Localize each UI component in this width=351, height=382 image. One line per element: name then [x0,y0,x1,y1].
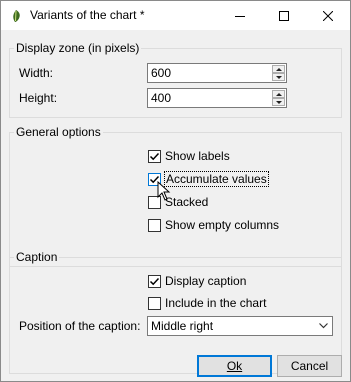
height-decrement-button[interactable] [272,98,285,106]
show-empty-columns-checkbox[interactable]: Show empty columns [148,217,279,233]
stacked-label[interactable]: Stacked [165,195,208,209]
show-labels-checkbox[interactable]: Show labels [148,148,230,164]
show-empty-columns-label[interactable]: Show empty columns [165,218,279,232]
arrow-down-icon [275,100,282,104]
width-value[interactable]: 600 [151,66,171,80]
close-icon [323,10,333,21]
checkbox-box[interactable] [148,296,161,310]
caption-position-select[interactable]: Middle right [147,316,333,336]
maximize-button[interactable] [262,1,306,30]
dropdown-arrow[interactable] [315,317,332,335]
cancel-button[interactable]: Cancel [277,355,342,377]
caption-position-value[interactable]: Middle right [151,319,213,333]
include-in-chart-checkbox[interactable]: Include in the chart [148,295,266,311]
mouse-pointer-icon [157,181,171,201]
height-spinbox[interactable]: 400 [147,88,287,108]
general-options-group: General options Show labels Accumulate v… [9,125,342,267]
arrow-down-icon [275,75,282,79]
leaf-app-icon [13,10,20,22]
caption-position-label: Position of the caption: [19,319,141,333]
width-spinner[interactable] [272,65,285,81]
display-caption-label[interactable]: Display caption [165,274,246,288]
height-spinner[interactable] [272,90,285,106]
width-label: Width: [19,66,54,80]
checkbox-box[interactable] [148,274,161,288]
close-button[interactable] [306,1,350,30]
arrow-up-icon [275,67,282,71]
checkmark-icon [149,277,160,285]
ok-button-label: Ok [226,359,243,373]
height-increment-button[interactable] [272,90,285,98]
checkmark-icon [149,152,160,160]
caption-legend: Caption [14,250,60,264]
height-label: Height: [19,91,58,105]
title-bar[interactable]: Variants of the chart * [1,1,350,30]
accumulate-values-label[interactable]: Accumulate values [164,171,269,187]
include-in-chart-label[interactable]: Include in the chart [165,296,266,310]
dialog-content: Display zone (in pixels) Width: 600 Heig… [1,30,350,381]
show-labels-label[interactable]: Show labels [165,149,230,163]
maximize-icon [279,10,289,21]
display-zone-legend: Display zone (in pixels) [14,41,142,55]
checkbox-box[interactable] [148,149,161,163]
minimize-button[interactable] [218,1,262,30]
minimize-icon [235,15,245,17]
chart-variants-dialog: Variants of the chart * Display zone (in… [0,0,351,382]
arrow-up-icon [275,92,282,96]
display-zone-group: Display zone (in pixels) Width: 600 Heig… [9,41,342,118]
height-value[interactable]: 400 [151,91,171,105]
general-options-legend: General options [14,125,103,139]
checkbox-box[interactable] [148,218,161,232]
width-decrement-button[interactable] [272,73,285,81]
window-title: Variants of the chart * [30,8,145,22]
display-caption-checkbox[interactable]: Display caption [148,273,246,289]
width-spinbox[interactable]: 600 [147,63,287,83]
ok-button[interactable]: Ok [197,355,272,377]
cancel-button-label: Cancel [290,359,329,373]
chevron-down-icon [319,323,328,329]
width-increment-button[interactable] [272,65,285,73]
